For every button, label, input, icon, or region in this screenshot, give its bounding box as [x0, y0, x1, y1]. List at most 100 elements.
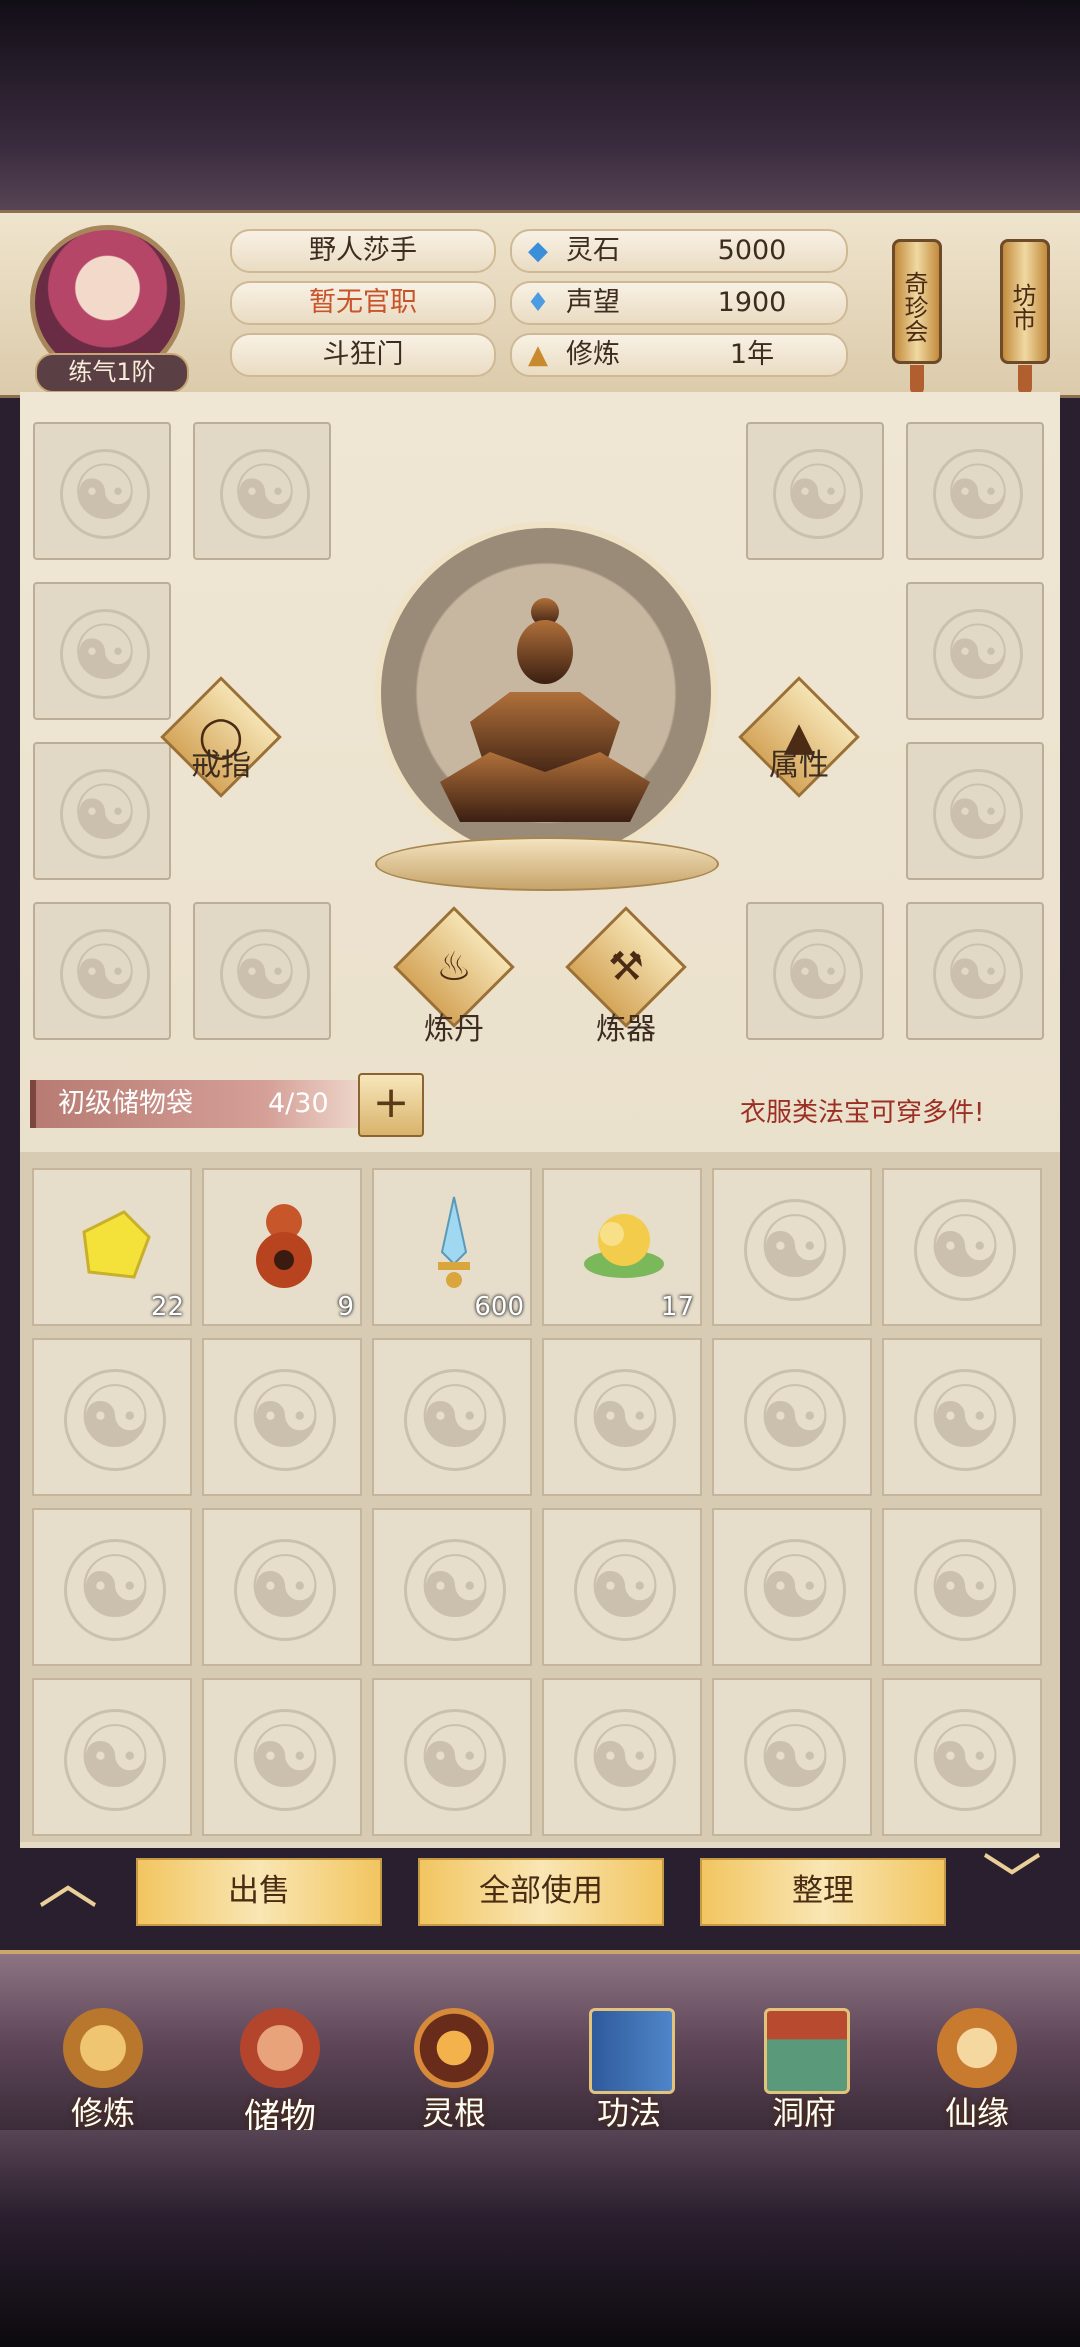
nav-label: 洞府 [771, 2094, 836, 2132]
yin-yang-icon: ☯ [574, 1369, 676, 1471]
yin-yang-icon: ☯ [914, 1369, 1016, 1471]
inventory-slot[interactable]: ☯ [372, 1508, 532, 1666]
storage-bag-bar: 初级储物袋 4/30 [30, 1080, 366, 1128]
forge-label: 炼器 [596, 1012, 656, 1047]
bottom-decor-band [0, 2130, 1080, 2347]
nav-cultivate[interactable]: 修炼 [28, 2008, 178, 2132]
equipment-slot[interactable]: ☯ [906, 582, 1044, 720]
bag-name: 初级储物袋 [58, 1088, 193, 1119]
yin-yang-icon: ☯ [773, 449, 863, 539]
meditation-icon [63, 2008, 143, 2088]
inventory-slot[interactable]: ☯ [372, 1678, 532, 1836]
meditating-figure [440, 598, 650, 822]
inventory-slot[interactable]: ☯ [882, 1338, 1042, 1496]
yin-yang-icon: ☯ [933, 609, 1023, 699]
yin-yang-icon: ☯ [234, 1709, 336, 1811]
stat-cultivation: ▲ 修炼 1年 [510, 333, 848, 377]
inventory-slot[interactable]: 22 [32, 1168, 192, 1326]
inventory-slot[interactable]: ☯ [32, 1678, 192, 1836]
equipment-slot[interactable]: ☯ [33, 742, 171, 880]
yin-yang-icon: ☯ [914, 1709, 1016, 1811]
nav-technique[interactable]: 功法 [554, 2008, 704, 2132]
nav-label: 灵根 [421, 2094, 486, 2132]
yin-yang-icon: ☯ [64, 1369, 166, 1471]
yin-yang-icon: ☯ [60, 929, 150, 1019]
yin-yang-icon: ☯ [220, 449, 310, 539]
inventory-slot[interactable]: ☯ [882, 1168, 1042, 1326]
attributes-label: 属性 [769, 748, 829, 783]
inventory-slot[interactable]: ☯ [32, 1338, 192, 1496]
inventory-slot[interactable]: 17 [542, 1168, 702, 1326]
item-count: 22 [150, 1292, 184, 1322]
equipment-slot[interactable]: ☯ [906, 422, 1044, 560]
yin-yang-icon: ☯ [744, 1199, 846, 1301]
inventory-slot[interactable]: ☯ [542, 1508, 702, 1666]
expand-bag-button[interactable]: + [358, 1073, 424, 1137]
yin-yang-icon: ☯ [933, 929, 1023, 1019]
nav-storage[interactable]: 储物 [205, 2008, 355, 2138]
inventory-slot[interactable]: ☯ [202, 1338, 362, 1496]
equipment-slot[interactable]: ☯ [193, 422, 331, 560]
inventory-slot[interactable]: ☯ [882, 1678, 1042, 1836]
yin-yang-icon: ☯ [64, 1709, 166, 1811]
inventory-slot[interactable]: ☯ [712, 1508, 872, 1666]
yin-yang-icon: ☯ [60, 449, 150, 539]
inventory-slot[interactable]: 600 [372, 1168, 532, 1326]
item-count: 9 [337, 1292, 354, 1322]
ring-label: 戒指 [191, 748, 251, 783]
stat-value: 5000 [717, 235, 787, 266]
inventory-slot[interactable]: ☯ [712, 1338, 872, 1496]
inventory-slot[interactable]: ☯ [882, 1508, 1042, 1666]
scroll-down-button[interactable]: ﹀ [972, 1853, 1052, 1913]
inventory-slot[interactable]: ☯ [712, 1678, 872, 1836]
nav-spirit-root[interactable]: 灵根 [379, 2008, 529, 2132]
spirit-root-icon [414, 2008, 494, 2088]
cultivation-icon: ▲ [528, 340, 548, 370]
treasure-shop-button[interactable]: 奇珍会 [892, 239, 942, 364]
yin-yang-icon: ☯ [234, 1539, 336, 1641]
scroll-up-button[interactable]: ︿ [28, 1853, 108, 1913]
nav-cave[interactable]: 洞府 [729, 2008, 879, 2132]
nav-immortal-fate[interactable]: 仙缘 [902, 2008, 1052, 2132]
item-count: 600 [474, 1292, 524, 1322]
gold-cloud-icon [584, 1214, 664, 1278]
inventory-slot[interactable]: ☯ [542, 1338, 702, 1496]
equipment-slot[interactable]: ☯ [746, 902, 884, 1040]
yin-yang-icon: ☯ [914, 1199, 1016, 1301]
market-button[interactable]: 坊市 [1000, 239, 1050, 364]
yin-yang-icon: ☯ [744, 1369, 846, 1471]
equipment-slot[interactable]: ☯ [33, 582, 171, 720]
equipment-slot[interactable]: ☯ [746, 422, 884, 560]
yin-yang-icon: ☯ [744, 1539, 846, 1641]
bag-count: 4/30 [268, 1088, 329, 1119]
yin-yang-icon: ☯ [933, 449, 1023, 539]
inventory-slot[interactable]: ☯ [712, 1168, 872, 1326]
immortal-fate-icon [937, 2008, 1017, 2088]
yin-yang-icon: ☯ [773, 929, 863, 1019]
equipment-slot[interactable]: ☯ [906, 742, 1044, 880]
sell-button[interactable]: 出售 [136, 1858, 382, 1926]
inventory-slot[interactable]: ☯ [32, 1508, 192, 1666]
tassel-decor [1018, 365, 1032, 395]
realm-badge: 练气1阶 [35, 353, 189, 393]
equipment-slot[interactable]: ☯ [906, 902, 1044, 1040]
nav-label: 修炼 [70, 2094, 135, 2132]
equipment-slot[interactable]: ☯ [193, 902, 331, 1040]
equipment-slot[interactable]: ☯ [33, 422, 171, 560]
inventory-slot[interactable]: ☯ [542, 1678, 702, 1836]
inventory-slot[interactable]: 9 [202, 1168, 362, 1326]
stat-label: 修炼 [566, 339, 620, 370]
technique-book-icon [589, 2008, 675, 2094]
inventory-slot[interactable]: ☯ [372, 1338, 532, 1496]
inventory-slot[interactable]: ☯ [202, 1678, 362, 1836]
sort-button[interactable]: 整理 [700, 1858, 946, 1926]
player-sect: 斗狂门 [230, 333, 496, 377]
equipment-slot[interactable]: ☯ [33, 902, 171, 1040]
yin-yang-icon: ☯ [220, 929, 310, 1019]
bag-notice: 衣服类法宝可穿多件! [740, 1098, 985, 1128]
use-all-button[interactable]: 全部使用 [418, 1858, 664, 1926]
stat-value: 1900 [717, 287, 787, 318]
anvil-icon: ⚒ [608, 944, 644, 990]
yin-yang-icon: ☯ [574, 1709, 676, 1811]
inventory-slot[interactable]: ☯ [202, 1508, 362, 1666]
